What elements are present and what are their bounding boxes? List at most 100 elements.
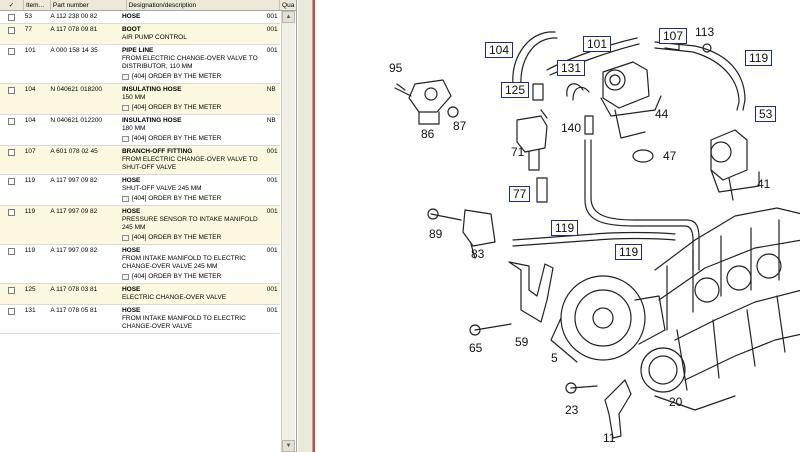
header-quantity[interactable]: Qua <box>280 0 296 10</box>
parts-table-panel: ✓ Item... Part number Designation/descri… <box>0 0 297 452</box>
description-title: HOSE <box>121 177 141 184</box>
callout-119-top[interactable]: 119 <box>745 50 773 66</box>
item-number: 119 <box>24 177 36 184</box>
callout-119-lower[interactable]: 119 <box>615 244 643 260</box>
callout-71[interactable]: 71 <box>511 146 524 158</box>
order-note[interactable]: [404] ORDER BY THE METER <box>121 104 263 112</box>
description-line: CHANGE-OVER VALVE <box>121 323 193 330</box>
description-cell: HOSE ELECTRIC CHANGE-OVER VALVE <box>120 284 265 304</box>
callout-131[interactable]: 131 <box>557 60 586 76</box>
description-cell: HOSE SHUT-OFF VALVE 245 MM [404] ORDER B… <box>120 175 265 205</box>
callout-47[interactable]: 47 <box>663 150 676 162</box>
description-cell: HOSE FROM INTAKE MANIFOLD TO ELECTRIC CHA… <box>120 245 265 283</box>
callout-86[interactable]: 86 <box>421 128 434 140</box>
callout-23[interactable]: 23 <box>565 404 578 416</box>
callout-11[interactable]: 11 <box>603 432 615 444</box>
callout-5[interactable]: 5 <box>551 352 558 364</box>
callout-41[interactable]: 41 <box>757 178 770 190</box>
part-number: A 117 078 09 81 <box>50 26 98 33</box>
note-icon <box>121 136 129 142</box>
description-cell: BRANCH-OFF FITTING FROM ELECTRIC CHANGE-… <box>120 146 265 174</box>
description-lines: FROM ELECTRIC CHANGE-OVER VALVE TO SHUT-O… <box>122 156 263 172</box>
table-row[interactable]: 119 A 117 997 09 82 HOSE SHUT-OFF VALVE … <box>0 175 280 206</box>
vertical-scrollbar[interactable]: ▲ ▼ <box>281 11 295 452</box>
description-title: HOSE <box>121 247 141 254</box>
order-note[interactable]: [404] ORDER BY THE METER <box>121 234 263 242</box>
row-checkbox[interactable] <box>7 27 15 34</box>
description-line: DISTRIBUTOR, 110 MM <box>121 63 193 70</box>
row-checkbox[interactable] <box>7 209 15 216</box>
description-title: BRANCH-OFF FITTING <box>121 148 193 155</box>
row-check-cell <box>0 84 23 114</box>
callout-77[interactable]: 77 <box>509 186 531 202</box>
callout-87[interactable]: 87 <box>453 120 466 132</box>
note-icon <box>121 74 129 80</box>
row-checkbox[interactable] <box>7 248 15 255</box>
row-checkbox[interactable] <box>7 308 15 315</box>
callout-104[interactable]: 104 <box>485 42 514 58</box>
order-note[interactable]: [404] ORDER BY THE METER <box>121 135 263 143</box>
callout-125[interactable]: 125 <box>501 82 530 98</box>
callout-107[interactable]: 107 <box>659 28 688 44</box>
callout-113[interactable]: 113 <box>695 26 714 38</box>
description-lines: PRESSURE SENSOR TO INTAKE MANIFOLD 245 MM <box>122 216 263 232</box>
note-icon <box>121 235 129 241</box>
part-number: A 117 997 09 82 <box>50 177 98 184</box>
row-check-cell <box>0 284 23 304</box>
row-check-cell <box>0 11 23 23</box>
description-lines: FROM INTAKE MANIFOLD TO ELECTRIC CHANGE-O… <box>122 255 263 271</box>
table-row[interactable]: 119 A 117 997 09 82 HOSE FROM INTAKE MAN… <box>0 245 280 284</box>
table-row[interactable]: 77 A 117 078 09 81 BOOT AIR PUMP CONTROL… <box>0 24 280 45</box>
row-checkbox[interactable] <box>7 287 15 294</box>
row-check-cell <box>0 24 23 44</box>
description-title: HOSE <box>121 13 141 20</box>
callout-53[interactable]: 53 <box>755 106 777 122</box>
quantity: 001 <box>266 177 278 184</box>
callout-95[interactable]: 95 <box>389 62 402 74</box>
table-row[interactable]: 104 N 040621 012200 INSULATING HOSE 180 … <box>0 115 280 146</box>
callout-59[interactable]: 59 <box>515 336 528 348</box>
order-note[interactable]: [404] ORDER BY THE METER <box>121 273 263 281</box>
callout-140[interactable]: 140 <box>561 122 581 134</box>
callout-20[interactable]: 20 <box>669 396 682 408</box>
callout-119-middle[interactable]: 119 <box>551 220 579 236</box>
quantity: 001 <box>266 247 278 254</box>
description-line: FROM INTAKE MANIFOLD TO ELECTRIC <box>121 255 246 262</box>
header-description[interactable]: Designation/description <box>127 0 281 10</box>
table-row[interactable]: 131 A 117 078 05 81 HOSE FROM INTAKE MAN… <box>0 305 280 334</box>
row-checkbox[interactable] <box>7 178 15 185</box>
scroll-down-button[interactable]: ▼ <box>282 440 295 452</box>
row-checkbox[interactable] <box>7 118 15 125</box>
callout-83[interactable]: 83 <box>471 248 484 260</box>
table-row[interactable]: 101 A 000 158 14 35 PIPE LINE FROM ELECT… <box>0 45 280 84</box>
scroll-up-button[interactable]: ▲ <box>282 11 295 23</box>
description-lines: ELECTRIC CHANGE-OVER VALVE <box>122 294 263 302</box>
row-checkbox[interactable] <box>7 48 15 55</box>
quantity: 001 <box>266 26 278 33</box>
header-check[interactable]: ✓ <box>0 0 24 10</box>
table-row[interactable]: 53 A 112 238 00 82 HOSE 001 <box>0 11 280 24</box>
description-cell: HOSE PRESSURE SENSOR TO INTAKE MANIFOLD 2… <box>120 206 265 244</box>
order-note[interactable]: [404] ORDER BY THE METER <box>121 195 263 203</box>
row-checkbox[interactable] <box>7 149 15 156</box>
header-item[interactable]: Item... <box>24 0 51 10</box>
callout-89[interactable]: 89 <box>429 228 442 240</box>
table-row[interactable]: 107 A 601 078 02 45 BRANCH-OFF FITTING F… <box>0 146 280 175</box>
callout-65[interactable]: 65 <box>469 342 482 354</box>
callout-101[interactable]: 101 <box>583 36 612 52</box>
table-row[interactable]: 125 A 117 078 03 81 HOSE ELECTRIC CHANGE… <box>0 284 280 305</box>
description-line: FROM INTAKE MANIFOLD TO ELECTRIC <box>121 315 246 322</box>
row-check-cell <box>0 45 23 83</box>
panel-splitter[interactable] <box>298 0 313 452</box>
row-checkbox[interactable] <box>7 14 15 21</box>
table-row[interactable]: 104 N 040621 018200 INSULATING HOSE 150 … <box>0 84 280 115</box>
table-row[interactable]: 119 A 117 997 09 82 HOSE PRESSURE SENSOR… <box>0 206 280 245</box>
row-check-cell <box>0 175 23 205</box>
description-line: FROM ELECTRIC CHANGE-OVER VALVE TO <box>121 55 258 62</box>
description-line: SHUT-OFF VALVE 245 MM <box>121 185 202 192</box>
order-note[interactable]: [404] ORDER BY THE METER <box>121 73 263 81</box>
header-part-number[interactable]: Part number <box>51 0 127 10</box>
row-checkbox[interactable] <box>7 87 15 94</box>
quantity: 001 <box>266 148 278 155</box>
callout-44[interactable]: 44 <box>655 108 668 120</box>
